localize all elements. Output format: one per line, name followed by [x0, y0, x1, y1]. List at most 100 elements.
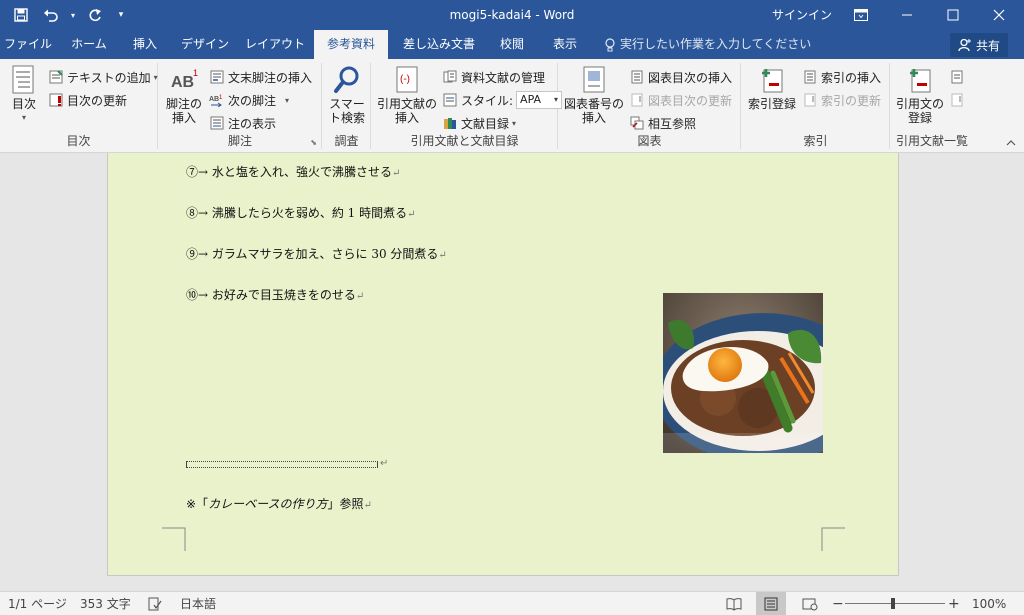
- zoom-out-button[interactable]: −: [832, 592, 844, 615]
- maximize-icon[interactable]: [930, 0, 976, 30]
- cross-reference-icon: [629, 115, 645, 131]
- document-line[interactable]: ⑨→ ガラムマサラを加え、さらに 30 分間煮る↵: [186, 245, 447, 262]
- signin-link[interactable]: サインイン: [772, 0, 832, 30]
- insert-caption-button[interactable]: 図表番号の 挿入: [563, 65, 625, 125]
- tab-mailings[interactable]: 差し込み文書: [394, 30, 484, 59]
- magnifier-icon: [332, 65, 362, 95]
- svg-text:AB: AB: [171, 74, 194, 91]
- language-indicator[interactable]: 日本語: [180, 592, 216, 615]
- smart-lookup-label-1: スマー: [329, 97, 365, 111]
- style-icon: [442, 92, 458, 108]
- insert-index-button[interactable]: 索引の挿入: [802, 67, 881, 87]
- add-text-label: テキストの追加: [67, 70, 151, 85]
- insert-citation-label-2: 挿入: [394, 111, 419, 125]
- update-table-button[interactable]: 図表目次の更新: [629, 90, 732, 110]
- save-icon[interactable]: [8, 2, 34, 28]
- tab-layout[interactable]: レイアウト: [242, 30, 308, 59]
- bibliography-icon: [442, 115, 458, 131]
- line-text: ⑨→ ガラムマサラを加え、さらに 30 分間煮る: [186, 247, 439, 261]
- ribbon-display-options-icon[interactable]: [838, 0, 884, 30]
- mark-citation-icon: [905, 65, 935, 95]
- add-text-dropdown-icon: ▾: [153, 72, 158, 82]
- share-button[interactable]: 共有: [950, 33, 1008, 57]
- footnote-prefix: ※「: [186, 497, 209, 511]
- smart-lookup-button[interactable]: スマー ト検索: [327, 65, 367, 125]
- tab-review[interactable]: 校閲: [490, 30, 534, 59]
- svg-text:(-): (-): [400, 74, 410, 85]
- zoom-in-button[interactable]: +: [948, 592, 960, 615]
- document-line[interactable]: ⑩→ お好みで目玉焼きをのせる↵: [186, 286, 364, 303]
- web-layout-icon[interactable]: [802, 592, 818, 615]
- paragraph-mark: ↵: [380, 458, 389, 469]
- mark-entry-icon: [757, 65, 787, 95]
- insert-table-of-authorities-button[interactable]: [949, 67, 965, 87]
- update-table-label: 図表目次の更新: [648, 93, 733, 108]
- curry-photo[interactable]: [653, 293, 873, 463]
- group-index: 索引登録 索引の挿入 索引の更新 索引: [742, 63, 890, 149]
- tell-me-box[interactable]: 実行したい作業を入力してください: [604, 30, 811, 59]
- update-table-of-authorities-button[interactable]: [949, 90, 965, 110]
- page-count[interactable]: 1/1 ページ: [8, 592, 67, 615]
- tab-references[interactable]: 参考資料: [314, 30, 388, 59]
- zoom-slider-thumb[interactable]: [891, 598, 895, 609]
- caption-icon: [579, 65, 609, 95]
- undo-icon[interactable]: [38, 2, 64, 28]
- bibliography-label: 文献目録: [461, 116, 510, 131]
- style-dropdown[interactable]: APA ▾: [516, 91, 563, 109]
- read-mode-icon[interactable]: [726, 592, 742, 615]
- tab-file[interactable]: ファイル: [0, 30, 56, 59]
- paragraph-mark: ↵: [392, 168, 401, 179]
- document-page[interactable]: ⑦→ 水と塩を入れ、強火で沸騰させる↵ ⑧→ 沸騰したら火を弱め、約 1 時間煮…: [107, 153, 899, 576]
- insert-footnote-button[interactable]: AB 1 脚注の 挿入: [163, 65, 205, 125]
- redo-icon[interactable]: [82, 2, 108, 28]
- update-toc-label: 目次の更新: [67, 93, 128, 108]
- next-footnote-label: 次の脚注: [228, 93, 277, 108]
- customize-qat-button[interactable]: ▾: [112, 2, 130, 28]
- add-text-button[interactable]: テキストの追加 ▾: [48, 67, 158, 87]
- chevron-down-icon: ▾: [554, 95, 559, 104]
- word-count[interactable]: 353 文字: [80, 592, 131, 615]
- mark-citation-label-2: 登録: [907, 111, 932, 125]
- insert-endnote-button[interactable]: 文末脚注の挿入: [209, 67, 312, 87]
- group-label-research: 調査: [334, 134, 359, 148]
- zoom-slider-track[interactable]: [845, 603, 945, 604]
- mark-citation-label-1: 引用文の: [895, 97, 944, 111]
- update-index-button[interactable]: 索引の更新: [802, 90, 881, 110]
- collapse-ribbon-icon[interactable]: [1006, 139, 1016, 150]
- zoom-level[interactable]: 100%: [972, 592, 1006, 615]
- insert-citation-label-1: 引用文献の: [376, 97, 437, 111]
- manage-sources-icon: [442, 69, 458, 85]
- close-icon[interactable]: [976, 0, 1022, 30]
- proofing-icon[interactable]: [148, 592, 162, 615]
- toc-dropdown-icon: ▾: [21, 113, 26, 122]
- manage-sources-button[interactable]: 資料文献の管理: [442, 67, 545, 87]
- document-line[interactable]: ⑧→ 沸騰したら火を弱め、約 1 時間煮る↵: [186, 204, 416, 221]
- update-toc-button[interactable]: 目次の更新: [48, 90, 127, 110]
- next-footnote-dropdown-icon: ▾: [285, 95, 290, 105]
- print-layout-icon[interactable]: [756, 592, 786, 615]
- document-line[interactable]: ⑦→ 水と塩を入れ、強火で沸騰させる↵: [186, 163, 400, 180]
- next-footnote-button[interactable]: AB 1 次の脚注 ▾: [209, 90, 289, 110]
- crop-mark-left: [162, 527, 186, 551]
- tab-design[interactable]: デザイン: [174, 30, 236, 59]
- mark-entry-button[interactable]: 索引登録: [746, 65, 798, 111]
- bibliography-button[interactable]: 文献目録 ▾: [442, 113, 516, 133]
- tab-home[interactable]: ホーム: [60, 30, 118, 59]
- undo-dropdown[interactable]: ▾: [68, 2, 78, 28]
- mark-citation-button[interactable]: 引用文の 登録: [893, 65, 947, 125]
- style-selector[interactable]: スタイル: APA ▾: [442, 90, 563, 110]
- tell-me-text: 実行したい作業を入力してください: [620, 37, 812, 51]
- tab-insert[interactable]: 挿入: [122, 30, 168, 59]
- bibliography-dropdown-icon: ▾: [512, 118, 517, 128]
- toc-button[interactable]: 目次 ▾: [6, 65, 42, 125]
- cross-reference-button[interactable]: 相互参照: [629, 113, 696, 133]
- minimize-icon[interactable]: [884, 0, 930, 30]
- footnote-separator: [186, 461, 378, 468]
- show-notes-button[interactable]: 注の表示: [209, 113, 276, 133]
- insert-table-of-figures-button[interactable]: 図表目次の挿入: [629, 67, 732, 87]
- group-research: スマー ト検索 調査: [323, 63, 371, 149]
- insert-citation-button[interactable]: (-) 引用文献の 挿入: [376, 65, 438, 125]
- group-label-table-of-authorities: 引用文献一覧: [895, 134, 968, 148]
- tab-view[interactable]: 表示: [540, 30, 590, 59]
- footnote-text[interactable]: ※「カレーベースの作り方」参照↵: [186, 495, 372, 512]
